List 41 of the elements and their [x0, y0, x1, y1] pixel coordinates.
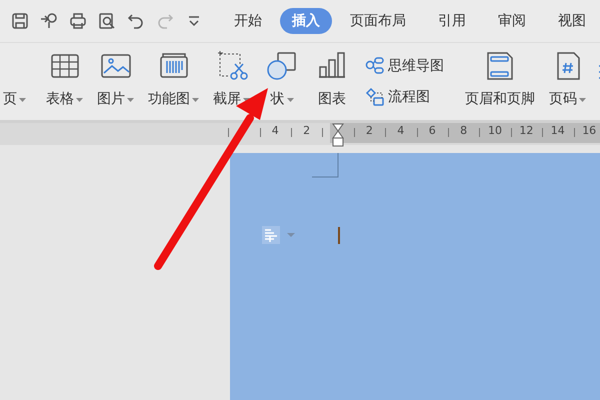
ruler-number: 14: [550, 125, 565, 136]
caret-icon: [287, 233, 295, 238]
ribbon-button[interactable]: 页码: [546, 43, 589, 120]
print-preview-icon: [97, 11, 117, 31]
ribbon-small-button[interactable]: 流程图: [365, 86, 444, 108]
share-button[interactable]: [39, 11, 59, 31]
ruler-number: 6: [428, 125, 436, 136]
mind-map-icon: [365, 56, 385, 76]
ruler-number: 2: [303, 125, 310, 136]
save-icon: [10, 11, 30, 31]
ribbon-button[interactable]: 状: [261, 43, 303, 120]
flowchart-icon: [365, 87, 385, 107]
share-icon: [39, 11, 59, 31]
indent-marker[interactable]: [332, 123, 344, 147]
ruler-number: 4: [397, 125, 404, 136]
ruler-number: 16: [582, 125, 596, 136]
ribbon-tab[interactable]: 审阅: [484, 8, 540, 34]
paragraph-icon: [262, 226, 280, 244]
ribbon-button[interactable]: 表格: [43, 43, 86, 120]
ribbon-button[interactable]: 功能图: [145, 43, 202, 120]
print-button[interactable]: [68, 11, 88, 31]
ribbon-button[interactable]: 截屏: [210, 43, 253, 120]
ruler-number: 10: [488, 125, 502, 136]
ribbon-tab[interactable]: 开始: [220, 8, 276, 34]
text-cursor: [338, 227, 340, 244]
ribbon-tab[interactable]: 引用: [424, 8, 480, 34]
ribbon-button[interactable]: 页: [0, 43, 29, 120]
ruler-number: 8: [460, 125, 468, 136]
ribbon-button[interactable]: 图片: [94, 43, 137, 120]
ruler-number: 2: [366, 125, 373, 136]
print-preview-button[interactable]: [97, 11, 117, 31]
ribbon-button[interactable]: 图表: [311, 43, 353, 120]
ruler-number: 12: [519, 125, 534, 136]
ribbon-button[interactable]: 页眉和页脚: [462, 43, 538, 120]
margin-corner-mark: [312, 153, 339, 178]
ribbon-tab[interactable]: 页面布局: [336, 8, 420, 34]
save-button[interactable]: [10, 11, 30, 31]
print-icon: [68, 11, 88, 31]
ribbon-small-button[interactable]: 思维导图: [365, 56, 444, 76]
ribbon-tab[interactable]: 视图: [544, 8, 600, 34]
ruler-number: 4: [272, 125, 279, 136]
